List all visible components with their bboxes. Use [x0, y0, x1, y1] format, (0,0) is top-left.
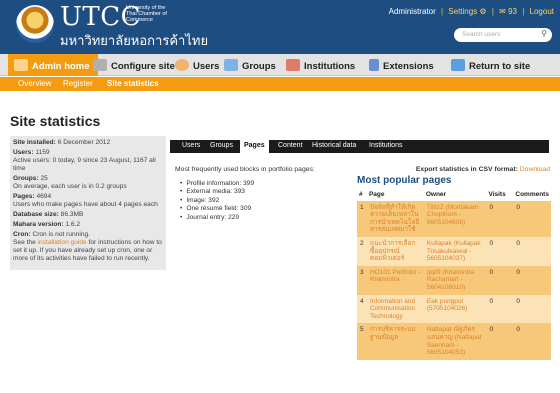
brand-thai-name: มหาวิทยาลัยหอการค้าไทย: [60, 33, 209, 48]
search-users-input[interactable]: Search users ⚲: [454, 28, 552, 42]
institution-icon: [286, 59, 300, 71]
subnav-site-statistics[interactable]: Site statistics: [107, 79, 159, 88]
user-name-link[interactable]: Administrator: [389, 7, 436, 16]
back-arrow-icon: [451, 59, 465, 71]
blocks-heading: Most frequently used blocks in portfolio…: [175, 166, 315, 173]
messages-count[interactable]: 93: [508, 7, 517, 16]
nav-admin-home[interactable]: Admin home: [8, 54, 98, 76]
page-link[interactable]: แนะนำการเลือกซื้ออุปกรณ์คอมพิวเตอร์: [366, 236, 424, 266]
tab-historical-data[interactable]: Historical data: [312, 142, 356, 149]
cron-status: Cron: Cron is not running. See the instal…: [13, 231, 162, 262]
tools-icon: [93, 59, 107, 71]
owner-link[interactable]: TitlizZ (Montakarn Chopthum - 5605104606…: [423, 200, 487, 237]
nav-institutions[interactable]: Institutions: [286, 54, 355, 76]
mail-icon[interactable]: ✉: [499, 7, 506, 16]
user-links: Administrator | Settings ⚙ | ✉ 93 | Logo…: [389, 7, 554, 16]
tab-content[interactable]: Content: [278, 142, 303, 149]
pages-stats: Pages: 4694 Users who make pages have abo…: [13, 193, 158, 208]
tab-users[interactable]: Users: [182, 142, 200, 149]
page-link[interactable]: ปัจจัยที่ทำให้เกิดความเต็มเพลาในการนำเทค…: [366, 200, 424, 237]
nav-users[interactable]: Users: [175, 54, 219, 76]
installation-guide-link[interactable]: installation guide: [38, 239, 87, 246]
logout-link[interactable]: Logout: [530, 7, 554, 16]
settings-link[interactable]: Settings: [448, 7, 477, 16]
separator: |: [440, 7, 444, 16]
home-icon: [14, 59, 28, 71]
database-size: Database size: 86.3MB: [13, 211, 84, 218]
col-visits: Visits: [488, 191, 506, 198]
owner-link[interactable]: qqll9 (Khamintra Rachamart - 5604108010): [423, 265, 487, 295]
page-title: Site statistics: [10, 113, 101, 129]
col-comments: Comments: [515, 191, 549, 198]
list-item: External media: 393: [180, 188, 254, 196]
separator: |: [491, 7, 494, 16]
site-info-sidebar: Site installed: 6 December 2012 Users: 1…: [10, 136, 166, 270]
subnav-overview[interactable]: Overview: [18, 79, 51, 88]
owner-link[interactable]: Nattapat ณัฐภัทร แสนหาญ (Nattapat Saenha…: [423, 323, 487, 360]
col-page: Page: [368, 191, 385, 198]
mahara-version: Mahara version: 1.6.2: [13, 221, 81, 228]
main-navigation: Admin home Configure site Users Groups I…: [0, 54, 560, 76]
table-row: 4 Information and Communication Technolo…: [357, 294, 551, 324]
user-icon: [175, 59, 189, 71]
table-row: 5 การบริหารระบบฐานข้อมูล Nattapat ณัฐภัท…: [357, 323, 551, 360]
tab-institutions[interactable]: Institutions: [369, 142, 402, 149]
nav-configure-site[interactable]: Configure site: [93, 54, 175, 76]
download-link[interactable]: Download: [520, 166, 550, 173]
list-item: Journal entry: 229: [180, 214, 254, 222]
blocks-list: Profile information: 399 External media:…: [180, 180, 254, 222]
brand-subtitle: University of the Thai Chamber of Commer…: [126, 5, 167, 23]
tab-pages[interactable]: Pages: [240, 140, 269, 153]
groups-icon: [224, 59, 238, 71]
owner-link[interactable]: Kullapak (Kullapak Trisakulkaiwal - 5605…: [423, 236, 487, 266]
page-link[interactable]: การบริหารระบบฐานข้อมูล: [366, 323, 424, 360]
nav-return-to-site[interactable]: Return to site: [451, 54, 530, 76]
utcc-seal-logo[interactable]: [16, 5, 54, 43]
export-csv: Export statistics in CSV format: Downloa…: [415, 166, 550, 173]
table-row: 1 ปัจจัยที่ทำให้เกิดความเต็มเพลาในการนำเ…: [357, 200, 551, 237]
search-icon[interactable]: ⚲: [541, 29, 547, 38]
plug-icon: [369, 59, 379, 71]
table-row: 3 HO101 Portfolio - Khamintra qqll9 (Kha…: [357, 265, 551, 295]
popular-pages-table: # Page Owner Visits Comments 1 ปัจจัยที่…: [357, 191, 551, 360]
statistics-tabs: Users Groups Pages Content Historical da…: [170, 140, 549, 153]
col-owner: Owner: [425, 191, 447, 198]
page-link[interactable]: HO101 Portfolio - Khamintra: [366, 265, 424, 295]
popular-pages-title: Most popular pages: [357, 175, 452, 186]
tab-groups[interactable]: Groups: [210, 142, 233, 149]
site-installed: Site installed: 6 December 2012: [13, 139, 111, 146]
users-stats: Users: 1159 Active users: 0 today, 9 sinc…: [13, 149, 156, 172]
col-number: #: [359, 191, 363, 198]
subnav-register[interactable]: Register: [63, 79, 93, 88]
separator: |: [522, 7, 525, 16]
table-row: 2 แนะนำการเลือกซื้ออุปกรณ์คอมพิวเตอร์ Ku…: [357, 236, 551, 266]
search-placeholder: Search users: [462, 31, 501, 38]
groups-stats: Groups: 25 On average, each user is in 0.…: [13, 175, 127, 190]
owner-link[interactable]: Eak pongpol (5705104026): [423, 294, 487, 324]
list-item: Profile information: 399: [180, 180, 254, 188]
table-header-row: # Page Owner Visits Comments: [357, 191, 551, 201]
page-link[interactable]: Information and Communication Technology: [366, 294, 424, 324]
sub-navigation: Overview Register Site statistics: [0, 77, 560, 91]
list-item: One résumé field: 309: [180, 205, 254, 213]
nav-extensions[interactable]: Extensions: [369, 54, 434, 76]
nav-groups[interactable]: Groups: [224, 54, 276, 76]
site-header: UTCC University of the Thai Chamber of C…: [0, 0, 560, 54]
gear-icon[interactable]: ⚙: [479, 7, 486, 16]
list-item: Image: 392: [180, 197, 254, 205]
